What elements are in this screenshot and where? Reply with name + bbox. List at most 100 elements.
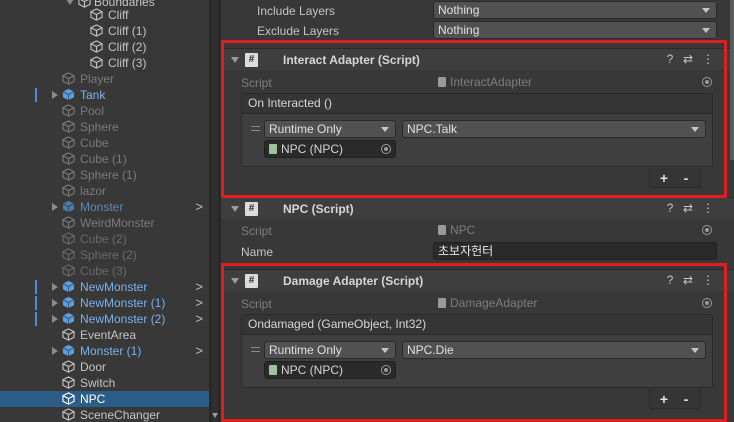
more-options-icon[interactable]: ⋮	[701, 201, 715, 215]
chevron-right-icon[interactable]: >	[195, 344, 203, 358]
gameobject-cube-icon	[90, 56, 103, 69]
hierarchy-item[interactable]: Cube (2)	[0, 231, 209, 247]
modified-indicator	[35, 88, 37, 102]
hierarchy-item[interactable]: EventArea	[0, 327, 209, 343]
hierarchy-item[interactable]: Switch	[0, 375, 209, 391]
expand-arrow-icon[interactable]	[52, 299, 58, 307]
prefab-cube-icon	[62, 88, 75, 101]
modified-indicator	[35, 312, 37, 326]
hierarchy-item[interactable]: Cube (1)	[0, 151, 209, 167]
hierarchy-item-label: Tank	[80, 88, 106, 102]
hierarchy-item-selected[interactable]: NPC	[0, 391, 209, 407]
hierarchy-item[interactable]: NewMonster >	[0, 279, 209, 295]
name-label: Name	[241, 245, 274, 259]
npc-script-header[interactable]: # NPC (Script) ? ⇄ ⋮	[221, 197, 734, 219]
scrollbar[interactable]	[730, 0, 734, 160]
expand-arrow-icon[interactable]	[52, 347, 58, 355]
hierarchy-item-label: Cliff	[108, 8, 129, 22]
hierarchy-item-label: WeirdMonster	[80, 216, 155, 230]
expand-arrow-icon[interactable]	[52, 283, 58, 291]
hierarchy-item-label: Cliff (2)	[108, 40, 147, 54]
exclude-layers-value: Nothing	[438, 23, 480, 37]
hierarchy-item-label: NPC	[80, 392, 106, 406]
hierarchy-item[interactable]: Pool	[0, 103, 209, 119]
hierarchy-item-label: SceneChanger	[80, 408, 161, 422]
prefab-cube-icon	[62, 344, 75, 357]
hierarchy-item[interactable]: lazor	[0, 183, 209, 199]
hierarchy-item-label: EventArea	[80, 328, 137, 342]
hierarchy-item-label: Monster (1)	[80, 344, 142, 358]
hierarchy-item[interactable]: NewMonster (1) >	[0, 295, 209, 311]
expand-arrow-icon[interactable]	[52, 315, 58, 323]
hierarchy-item[interactable]: Sphere (1)	[0, 167, 209, 183]
prefab-cube-icon	[62, 200, 75, 213]
chevron-down-icon	[702, 28, 710, 33]
hierarchy-item-label: Door	[80, 360, 107, 374]
help-icon[interactable]: ?	[663, 201, 677, 215]
chevron-down-icon	[702, 8, 710, 13]
gameobject-cube-icon	[62, 392, 75, 405]
chevron-right-icon[interactable]: >	[195, 280, 203, 294]
name-field[interactable]: 초보자헌터	[433, 242, 717, 260]
gameobject-cube-icon	[62, 168, 75, 181]
hierarchy-item[interactable]: Door	[0, 359, 209, 375]
hierarchy-item-label: Monster	[80, 200, 124, 214]
gameobject-cube-icon	[62, 408, 75, 421]
script-field: NPC	[433, 221, 717, 239]
fold-arrow-icon[interactable]	[231, 206, 239, 212]
name-value: 초보자헌터	[438, 244, 494, 258]
include-layers-label: Include Layers	[257, 4, 336, 18]
hierarchy-item-label: Cliff (3)	[108, 56, 147, 70]
component-title: NPC (Script)	[283, 202, 354, 216]
hierarchy-item[interactable]: Cliff (1)	[0, 23, 209, 39]
gameobject-cube-icon	[62, 184, 75, 197]
panel-divider[interactable]	[209, 0, 221, 422]
hierarchy-item[interactable]: Sphere (2)	[0, 247, 209, 263]
hierarchy-item-label: Pool	[80, 104, 105, 118]
gameobject-cube-icon	[90, 40, 103, 53]
gameobject-cube-icon	[62, 328, 75, 341]
script-value: NPC	[450, 223, 476, 237]
hierarchy-item[interactable]: Monster >	[0, 199, 209, 215]
prefab-cube-icon	[62, 280, 75, 293]
hierarchy-item[interactable]: Tank	[0, 87, 209, 103]
preset-icon[interactable]: ⇄	[681, 201, 695, 215]
expand-arrow-icon[interactable]	[52, 91, 58, 99]
hierarchy-item-label: Cube (3)	[80, 264, 127, 278]
include-layers-dropdown[interactable]: Nothing	[433, 1, 717, 19]
hierarchy-item[interactable]: Cliff (2)	[0, 39, 209, 55]
hierarchy-item[interactable]: Cube	[0, 135, 209, 151]
hierarchy-item-label: Sphere	[80, 120, 119, 134]
hierarchy-item[interactable]: SceneChanger	[0, 407, 209, 422]
inspector-panel: Include Layers Nothing Exclude Layers No…	[221, 0, 734, 422]
hierarchy-item[interactable]: Cliff (3)	[0, 55, 209, 71]
hierarchy-item[interactable]: Cube (3)	[0, 263, 209, 279]
exclude-layers-dropdown[interactable]: Nothing	[433, 21, 717, 39]
gameobject-cube-icon	[62, 248, 75, 261]
gameobject-cube-icon	[62, 376, 75, 389]
chevron-right-icon[interactable]: >	[195, 296, 203, 310]
hierarchy-item[interactable]: Monster (1) >	[0, 343, 209, 359]
hierarchy-item-label: Cube (2)	[80, 232, 127, 246]
gameobject-cube-icon	[62, 104, 75, 117]
expand-arrow-icon[interactable]	[66, 0, 74, 5]
hierarchy-item[interactable]: Cliff	[0, 7, 209, 23]
gameobject-cube-icon	[62, 232, 75, 245]
chevron-right-icon[interactable]: >	[195, 200, 203, 214]
hierarchy-item-label: Player	[80, 72, 115, 86]
expand-arrow-icon[interactable]	[52, 203, 58, 211]
hierarchy-item[interactable]: Sphere	[0, 119, 209, 135]
gameobject-cube-icon	[62, 120, 75, 133]
hierarchy-item-label: Sphere (1)	[80, 168, 137, 182]
gameobject-cube-icon	[62, 136, 75, 149]
scroll-down-icon[interactable]	[212, 413, 218, 418]
hierarchy-item[interactable]: NewMonster (2) >	[0, 311, 209, 327]
hierarchy-item-label: lazor	[80, 184, 107, 198]
chevron-right-icon[interactable]: >	[195, 312, 203, 326]
hierarchy-item-label: NewMonster (1)	[80, 296, 166, 310]
hierarchy-item[interactable]: WeirdMonster	[0, 215, 209, 231]
highlight-box-interact-adapter	[221, 40, 727, 198]
scrollbar[interactable]	[212, 0, 218, 422]
gameobject-cube-icon	[62, 264, 75, 277]
hierarchy-item[interactable]: Player	[0, 71, 209, 87]
